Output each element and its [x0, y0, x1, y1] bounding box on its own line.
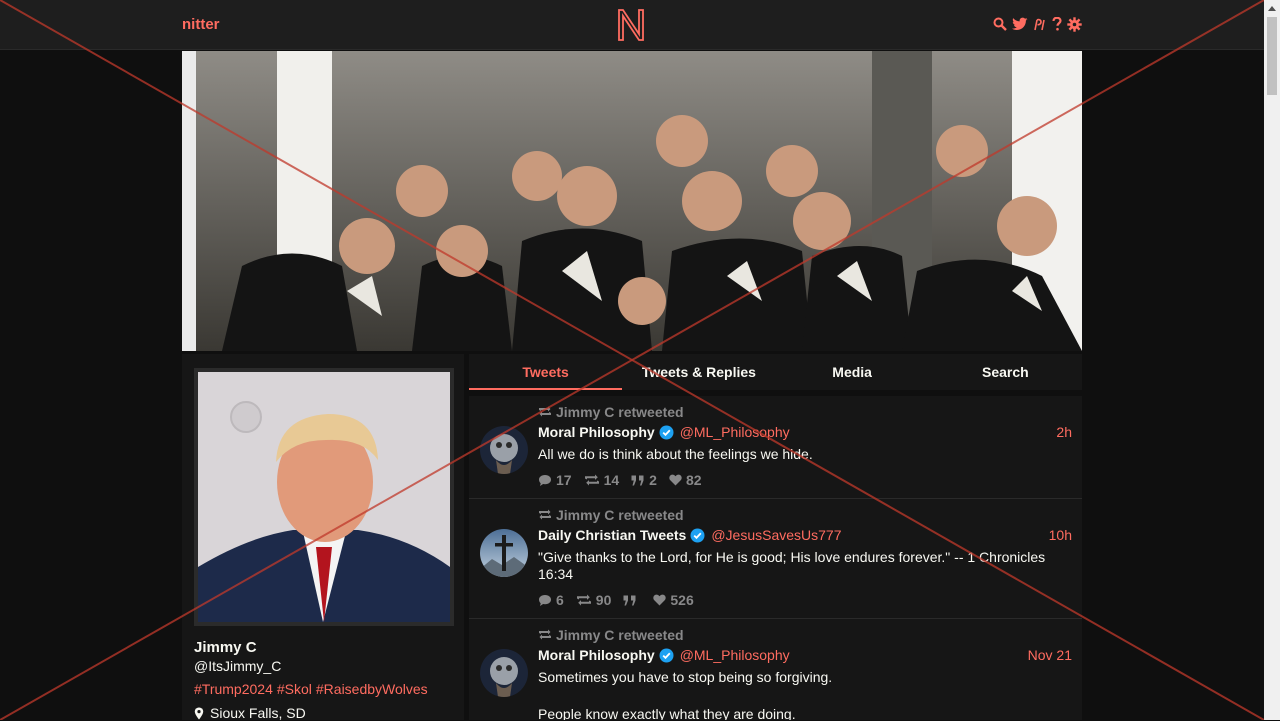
- quote-icon: [623, 595, 636, 605]
- profile-bio: #Trump2024 #Skol #RaisedbyWolves: [194, 681, 432, 697]
- location-text: Sioux Falls, SD: [210, 705, 306, 721]
- profile-location: Sioux Falls, SD: [194, 705, 306, 721]
- search-icon[interactable]: [993, 15, 1007, 33]
- verified-badge-icon: [690, 528, 705, 543]
- retweet-icon: [539, 406, 551, 417]
- quote-stat: 2: [631, 472, 657, 488]
- tweet-header: Moral Philosophy @ML_Philosophy 2h: [538, 424, 1072, 440]
- tweet-date[interactable]: Nov 21: [1028, 647, 1072, 663]
- help-icon[interactable]: [1052, 15, 1062, 33]
- bio-hashtag[interactable]: #Skol: [277, 681, 312, 697]
- tweet-avatar[interactable]: [480, 529, 528, 577]
- profile-card: Jimmy C @ItsJimmy_C #Trump2024 #Skol #Rais…: [182, 354, 464, 721]
- timeline: Jimmy C retweeted Moral Philosophy @ML_P…: [469, 396, 1082, 720]
- settings-icon[interactable]: [1067, 15, 1082, 33]
- profile-fullname[interactable]: Jimmy C: [194, 639, 257, 656]
- tweet-item[interactable]: Jimmy C retweeted Moral Philosophy @ML_P…: [469, 396, 1082, 499]
- heart-icon: [669, 474, 682, 486]
- avatar-image: [480, 529, 528, 577]
- tweet-username[interactable]: @ML_Philosophy: [680, 647, 790, 663]
- bio-hashtag[interactable]: #Trump2024: [194, 681, 273, 697]
- reply-count: 17: [556, 472, 572, 488]
- tweet-header: Moral Philosophy @ML_Philosophy Nov 21: [538, 647, 1072, 663]
- tweet-stats: 17 14 2 82: [538, 472, 1072, 488]
- rss-icon[interactable]: [1033, 15, 1047, 33]
- scroll-thumb[interactable]: [1267, 17, 1277, 95]
- tab-media[interactable]: Media: [776, 354, 929, 390]
- like-stat: 526: [653, 592, 694, 608]
- retweet-icon: [584, 474, 599, 486]
- nitter-home-link[interactable]: nitter: [182, 16, 220, 33]
- retweet-count: 14: [603, 472, 620, 488]
- tweet-content-line-2: People know exactly what they are doing.: [538, 706, 796, 720]
- retweet-stat: 14: [584, 472, 620, 488]
- tweet-fullname[interactable]: Moral Philosophy: [538, 424, 655, 440]
- tweet-stats: 6 90 526: [538, 592, 1072, 608]
- tweet-username[interactable]: @ML_Philosophy: [680, 424, 790, 440]
- retweet-icon: [539, 509, 551, 520]
- tweet-content: All we do is think about the feelings we…: [538, 446, 813, 462]
- timeline-tabs: Tweets Tweets & Replies Media Search: [469, 354, 1082, 390]
- tweet-item[interactable]: Jimmy C retweeted Daily Christian Tweets…: [469, 499, 1082, 619]
- tweet-content: "Give thanks to the Lord, for He is good…: [538, 549, 1046, 582]
- retweet-header: Jimmy C retweeted: [538, 404, 1072, 420]
- banner-image: [182, 51, 1082, 351]
- verified-badge-icon: [659, 648, 674, 663]
- avatar-image: [480, 426, 528, 474]
- tweet-fullname[interactable]: Daily Christian Tweets: [538, 527, 686, 543]
- tweet-header: Daily Christian Tweets @JesusSavesUs777 …: [538, 527, 1072, 543]
- profile-banner[interactable]: [182, 51, 1082, 351]
- profile-username[interactable]: @ItsJimmy_C: [194, 658, 281, 674]
- nav-icon-group: [993, 15, 1082, 33]
- avatar-image: [480, 649, 528, 697]
- retweet-label[interactable]: Jimmy C retweeted: [556, 627, 684, 643]
- profile-avatar[interactable]: [194, 368, 454, 626]
- tab-tweets-and-replies[interactable]: Tweets & Replies: [622, 354, 775, 390]
- like-stat: 82: [669, 472, 702, 488]
- retweet-header: Jimmy C retweeted: [538, 627, 1072, 643]
- tweet-item[interactable]: Jimmy C retweeted Moral Philosophy @ML_P…: [469, 619, 1082, 720]
- reply-stat: 6: [538, 592, 564, 608]
- tab-tweets[interactable]: Tweets: [469, 354, 623, 390]
- quote-stat: [623, 592, 641, 608]
- tweet-content: Sometimes you have to stop being so forg…: [538, 669, 833, 685]
- reply-stat: 17: [538, 472, 572, 488]
- reply-count: 6: [556, 592, 564, 608]
- retweet-header: Jimmy C retweeted: [538, 507, 1072, 523]
- bio-hashtag[interactable]: #RaisedbyWolves: [316, 681, 428, 697]
- twitter-bird-icon[interactable]: [1012, 15, 1028, 33]
- tweet-username[interactable]: @JesusSavesUs777: [711, 527, 841, 543]
- quote-icon: [631, 475, 644, 485]
- avatar-image: [198, 372, 450, 622]
- retweet-stat: 90: [576, 592, 612, 608]
- comment-icon: [539, 474, 551, 486]
- retweet-label[interactable]: Jimmy C retweeted: [556, 404, 684, 420]
- navbar: nitter: [0, 0, 1264, 50]
- heart-icon: [653, 594, 667, 606]
- scroll-up-arrow-icon[interactable]: [1264, 0, 1280, 16]
- nitter-logo-icon[interactable]: [616, 8, 646, 42]
- location-pin-icon: [194, 707, 204, 719]
- tweet-avatar[interactable]: [480, 649, 528, 697]
- retweet-count: 90: [595, 592, 612, 608]
- like-count: 526: [670, 592, 694, 608]
- comment-icon: [539, 594, 551, 606]
- tweet-fullname[interactable]: Moral Philosophy: [538, 647, 655, 663]
- retweet-label[interactable]: Jimmy C retweeted: [556, 507, 684, 523]
- tweet-date[interactable]: 10h: [1049, 527, 1072, 543]
- like-count: 82: [685, 472, 702, 488]
- verified-badge-icon: [659, 425, 674, 440]
- retweet-icon: [539, 629, 551, 640]
- tweet-date[interactable]: 2h: [1056, 424, 1072, 440]
- tweet-avatar[interactable]: [480, 426, 528, 474]
- page-scrollbar[interactable]: [1264, 0, 1280, 720]
- retweet-icon: [576, 594, 591, 606]
- tab-search[interactable]: Search: [929, 354, 1082, 390]
- quote-count: 2: [649, 472, 657, 488]
